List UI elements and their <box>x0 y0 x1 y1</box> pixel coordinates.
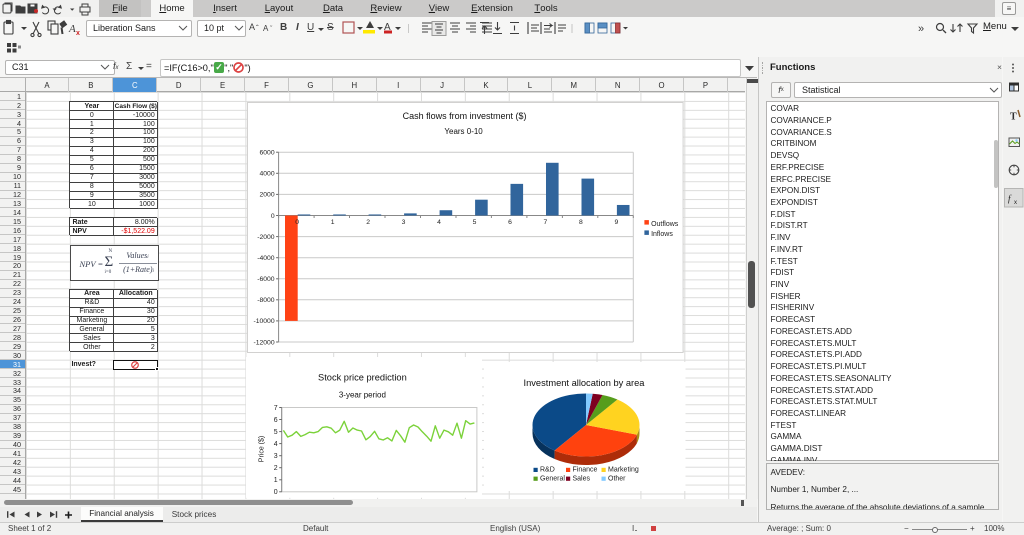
svg-text:Outflows: Outflows <box>651 221 679 228</box>
svg-text:4: 4 <box>273 441 277 448</box>
svg-text:Price ($): Price ($) <box>258 436 265 462</box>
svg-text:Stock price prediction: Stock price prediction <box>318 372 407 382</box>
svg-text:-8000: -8000 <box>258 297 276 304</box>
svg-text:R&D: R&D <box>540 467 555 474</box>
svg-text:x: x <box>76 30 80 37</box>
svg-text:7: 7 <box>544 219 548 226</box>
svg-text:-6000: -6000 <box>258 276 276 283</box>
svg-text:Inflows: Inflows <box>651 231 673 238</box>
svg-text:-2000: -2000 <box>258 234 276 241</box>
svg-text:2: 2 <box>367 219 371 226</box>
svg-text:»: » <box>918 23 924 35</box>
svg-text:8: 8 <box>579 219 583 226</box>
svg-text:-10000: -10000 <box>254 318 275 325</box>
svg-text:5: 5 <box>473 219 477 226</box>
svg-text:A: A <box>68 23 76 35</box>
svg-text:T: T <box>1010 112 1017 123</box>
svg-text:9: 9 <box>615 219 619 226</box>
svg-text:Other: Other <box>608 475 626 482</box>
svg-text:6: 6 <box>508 219 512 226</box>
svg-text:0: 0 <box>271 213 275 220</box>
svg-text:3: 3 <box>402 219 406 226</box>
svg-text:0: 0 <box>296 219 300 226</box>
svg-text:4: 4 <box>437 219 441 226</box>
svg-text:Sales: Sales <box>573 475 591 482</box>
svg-text:-12000: -12000 <box>254 339 275 346</box>
svg-text:3: 3 <box>273 453 277 460</box>
svg-text:5: 5 <box>273 429 277 436</box>
svg-text:General: General <box>540 475 565 482</box>
svg-text:Cash flows from investment ($): Cash flows from investment ($) <box>403 111 527 121</box>
svg-text:-4000: -4000 <box>258 255 276 262</box>
svg-text:Finance: Finance <box>573 467 598 474</box>
svg-text:6000: 6000 <box>260 150 275 157</box>
svg-text:Years 0-10: Years 0-10 <box>445 127 484 136</box>
svg-text:2: 2 <box>273 465 277 472</box>
svg-text:Investment allocation by area: Investment allocation by area <box>524 378 646 388</box>
svg-text:Marketing: Marketing <box>608 467 639 474</box>
svg-text:4000: 4000 <box>260 171 275 178</box>
svg-text:2000: 2000 <box>260 192 275 199</box>
svg-text:7: 7 <box>273 405 277 412</box>
svg-text:0: 0 <box>273 489 277 496</box>
svg-text:x: x <box>1014 200 1017 206</box>
svg-text:6: 6 <box>273 417 277 424</box>
svg-text:3-year period: 3-year period <box>338 390 385 399</box>
svg-text:1: 1 <box>273 477 277 484</box>
svg-text:1: 1 <box>331 219 335 226</box>
